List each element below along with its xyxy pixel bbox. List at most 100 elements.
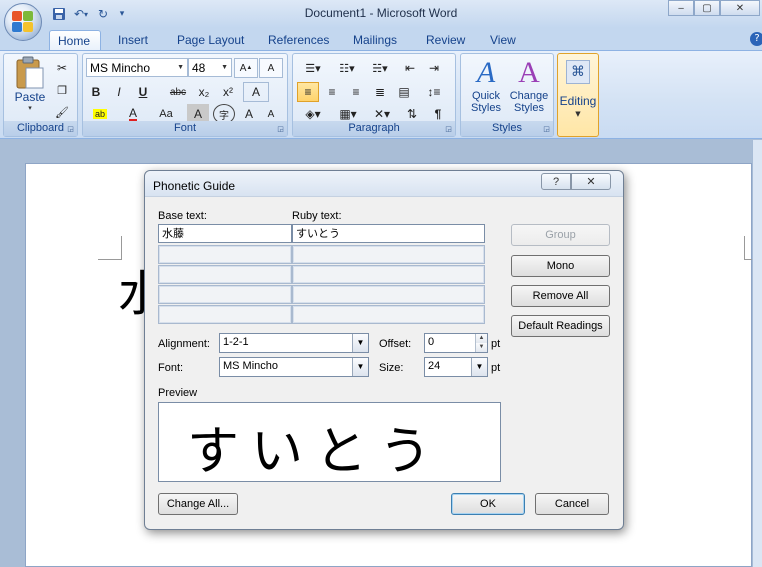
dialog-title-bar[interactable]: Phonetic Guide ? ✕ [145,171,623,197]
align-left-button[interactable]: ≡ [297,82,319,102]
ruby-text-field-5[interactable] [292,305,485,324]
dialog-close-button[interactable]: ✕ [571,173,611,190]
ruby-text-field-1[interactable]: すいとう [292,224,485,243]
spin-down-icon[interactable]: ▼ [476,343,487,352]
decrease-indent-icon: ⇤ [404,61,416,75]
remove-all-button[interactable]: Remove All [511,285,610,307]
quick-styles-button[interactable]: A Quick Styles [465,56,507,120]
tab-view[interactable]: View [482,30,524,50]
spinner-arrows[interactable]: ▲ ▼ [475,334,487,352]
cut-button[interactable]: ✂ [52,58,72,78]
size-label: Size: [379,362,404,374]
base-text-field-4[interactable] [158,285,292,304]
cancel-button[interactable]: Cancel [535,493,609,515]
office-logo-icon [12,11,34,33]
tab-mailings[interactable]: Mailings [345,30,405,50]
align-left-icon: ≡ [304,85,312,99]
font-size-combo[interactable]: 48 ▼ [188,58,232,77]
asian-layout-icon: ✕▾ [373,107,391,121]
grow-font-button[interactable]: A ▲ [234,58,258,78]
editing-group[interactable]: ⌘ Editing ▼ [557,53,599,137]
alignment-label: Alignment: [158,338,210,350]
align-center-icon: ≡ [328,85,336,99]
spin-up-icon[interactable]: ▲ [476,334,487,343]
line-spacing-button[interactable]: ↕≡ [419,82,449,102]
paste-button[interactable]: Paste ▾ [8,56,52,118]
paste-dropdown-icon[interactable]: ▾ [28,104,32,112]
dialog-help-button[interactable]: ? [541,173,571,190]
offset-spinner[interactable]: 0 ▲ ▼ [424,333,488,353]
help-icon[interactable]: ? [750,32,762,46]
title-bar: ↶ ▾ ↻ ▾ Document1 - Microsoft Word ‒ ▢ ✕ [0,0,762,28]
quick-styles-label: Quick Styles [471,90,501,114]
editing-label: Editing [559,94,597,108]
font-group-label: Font ◲ [83,121,287,136]
office-button[interactable] [4,3,42,41]
base-text-field-1[interactable]: 水藤 [158,224,292,243]
base-text-field-3[interactable] [158,265,292,284]
tab-page-layout[interactable]: Page Layout [169,30,252,50]
font-value: MS Mincho [223,360,279,372]
default-readings-button[interactable]: Default Readings [511,315,610,337]
align-center-button[interactable]: ≡ [321,82,343,102]
format-painter-button[interactable]: 🖌 [52,102,72,122]
alignment-select[interactable]: 1-2-1 ▼ [219,333,369,353]
ruby-text-label: Ruby text: [292,210,342,222]
ruby-text-field-3[interactable] [292,265,485,284]
highlighter-icon: ab [92,109,107,119]
clipboard-group-label: Clipboard ◲ [4,121,77,136]
distributed-button[interactable]: ▤ [393,82,415,102]
ok-button[interactable]: OK [451,493,525,515]
justify-button[interactable]: ≣ [369,82,391,102]
clear-formatting-button[interactable]: A [259,58,283,78]
phonetic-guide-button[interactable]: A [243,82,269,102]
change-styles-label: Change Styles [509,90,549,114]
dialog-launcher-icon[interactable]: ◲ [276,125,285,134]
change-all-button[interactable]: Change All... [158,493,238,515]
bullets-button[interactable]: ☰▾ [297,58,329,78]
dialog-launcher-icon[interactable]: ◲ [66,125,75,134]
dialog-launcher-icon[interactable]: ◲ [444,125,453,134]
maximize-button[interactable]: ▢ [694,0,720,16]
mono-button[interactable]: Mono [511,255,610,277]
minimize-button[interactable]: ‒ [668,0,694,16]
tab-home[interactable]: Home [49,30,101,50]
align-right-button[interactable]: ≡ [345,82,367,102]
underline-button[interactable]: U [133,82,153,102]
ruby-text-field-2[interactable] [292,245,485,264]
distributed-icon: ▤ [398,85,410,99]
multilevel-list-icon: ☵▾ [372,62,388,75]
subscript-button[interactable]: x₂ [193,82,215,102]
justify-icon: ≣ [374,85,386,99]
font-name-combo[interactable]: MS Mincho ▼ [86,58,188,77]
close-button[interactable]: ✕ [720,0,760,16]
bold-button[interactable]: B [86,82,106,102]
vertical-scrollbar[interactable] [752,140,762,567]
borders-icon: ▦▾ [339,107,357,121]
window-title: Document1 - Microsoft Word [304,6,458,20]
increase-indent-icon: ⇥ [428,61,440,75]
dialog-launcher-icon[interactable]: ◲ [542,125,551,134]
base-text-field-5[interactable] [158,305,292,324]
italic-button[interactable]: I [109,82,129,102]
copy-button[interactable]: ❐ [52,80,72,100]
strikethrough-button[interactable]: abc [165,82,191,102]
group-button[interactable]: Group [511,224,610,246]
font-select[interactable]: MS Mincho ▼ [219,357,369,377]
styles-label: Styles [492,122,522,134]
window-controls: ‒ ▢ ✕ [668,0,760,16]
tab-review[interactable]: Review [418,30,473,50]
increase-indent-button[interactable]: ⇥ [423,58,445,78]
copy-icon: ❐ [57,84,67,97]
decrease-indent-button[interactable]: ⇤ [399,58,421,78]
binoculars-icon: ⌘ [566,60,590,84]
size-select[interactable]: 24 ▼ [424,357,488,377]
base-text-field-2[interactable] [158,245,292,264]
ruby-text-field-4[interactable] [292,285,485,304]
change-styles-button[interactable]: A Change Styles [507,56,551,120]
superscript-button[interactable]: x² [217,82,239,102]
tab-references[interactable]: References [260,30,337,50]
tab-insert[interactable]: Insert [110,30,156,50]
numbering-button[interactable]: ☷▾ [331,58,363,78]
multilevel-list-button[interactable]: ☵▾ [365,58,395,78]
